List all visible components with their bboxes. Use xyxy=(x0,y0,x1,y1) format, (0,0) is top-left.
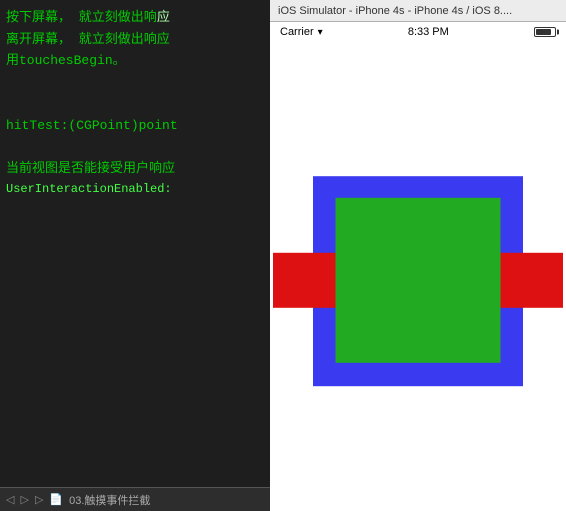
code-line-4 xyxy=(6,94,264,114)
status-right xyxy=(534,27,556,37)
simulator-titlebar: iOS Simulator - iPhone 4s - iPhone 4s / … xyxy=(270,0,566,22)
code-content: 按下屏幕， 就立刻做出响应 离开屏幕， 就立刻做出响应 用touchesBegi… xyxy=(0,0,270,208)
code-line-6: 当前视图是否能接受用户响应 xyxy=(6,159,264,179)
ios-simulator-panel: iOS Simulator - iPhone 4s - iPhone 4s / … xyxy=(270,0,566,511)
code-text: 当前视图是否能接受用户响应 xyxy=(6,159,175,179)
code-text: UserInteractionEnabled: xyxy=(6,180,172,198)
ios-status-bar: Carrier ▾ 8:33 PM xyxy=(270,22,566,42)
code-line-blank2 xyxy=(6,137,264,157)
status-time: 8:33 PM xyxy=(408,26,449,38)
simulator-title: iOS Simulator - iPhone 4s - iPhone 4s / … xyxy=(278,5,512,17)
file-label: 03.触摸事件拦截 xyxy=(69,492,150,508)
code-text: 按下屏幕， 就立刻做出响 xyxy=(6,8,157,28)
code-line-1: 按下屏幕， 就立刻做出响应 xyxy=(6,8,264,28)
code-line-7: UserInteractionEnabled: xyxy=(6,180,264,198)
wifi-icon: ▾ xyxy=(318,27,323,38)
code-line-2: 离开屏幕， 就立刻做出响应 xyxy=(6,30,264,50)
nav-icon-1[interactable]: ◁ xyxy=(6,493,14,506)
code-line-5: hitTest:(CGPoint)point xyxy=(6,116,264,136)
carrier-label: Carrier xyxy=(280,26,314,38)
code-line-blank xyxy=(6,73,264,93)
nav-icon-3[interactable]: ▷ xyxy=(35,493,43,506)
code-editor-panel: 按下屏幕， 就立刻做出响应 离开屏幕， 就立刻做出响应 用touchesBegi… xyxy=(0,0,270,511)
canvas-area xyxy=(270,42,566,511)
code-text xyxy=(6,94,14,114)
code-text-cont: 应 xyxy=(157,8,170,28)
code-text: 离开屏幕， 就立刻做出响应 xyxy=(6,30,170,50)
status-left: Carrier ▾ xyxy=(280,26,323,38)
green-view-box[interactable] xyxy=(336,197,501,362)
ios-screen[interactable]: Carrier ▾ 8:33 PM xyxy=(270,22,566,511)
editor-bottom-bar: ◁ ▷ ▷ 📄 03.触摸事件拦截 xyxy=(0,487,270,511)
code-line-3: 用touchesBegin。 xyxy=(6,51,264,71)
file-icon: 📄 xyxy=(49,493,63,506)
nav-icon-2[interactable]: ▷ xyxy=(20,493,28,506)
battery-fill xyxy=(536,29,551,35)
code-text: hitTest:(CGPoint)point xyxy=(6,116,178,136)
code-text: 用touchesBegin。 xyxy=(6,51,126,71)
battery-icon xyxy=(534,27,556,37)
